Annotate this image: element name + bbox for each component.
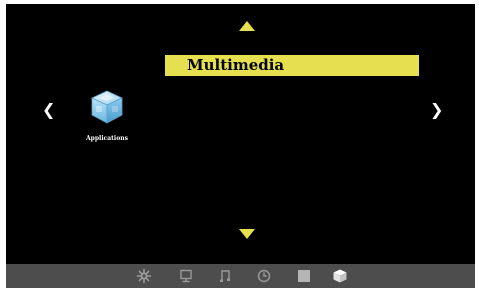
cube-icon[interactable] bbox=[332, 268, 348, 284]
gear-icon[interactable] bbox=[136, 268, 152, 284]
category-title-bar[interactable]: Multimedia bbox=[165, 55, 419, 76]
nav-left-arrow-icon[interactable]: ❮ bbox=[42, 100, 55, 120]
scroll-down-arrow-icon[interactable] bbox=[239, 229, 255, 239]
category-title: Multimedia bbox=[187, 56, 285, 74]
scroll-up-arrow-icon[interactable] bbox=[239, 21, 255, 31]
cube-icon bbox=[88, 88, 126, 126]
menu-stage: ❮ ❯ Multimedia Applications bbox=[6, 4, 475, 264]
nav-right-arrow-icon[interactable]: ❯ bbox=[430, 100, 443, 120]
tv-menu-screen: ❮ ❯ Multimedia Applications bbox=[0, 0, 479, 288]
music-note-icon[interactable] bbox=[217, 268, 233, 284]
taskbar bbox=[6, 264, 475, 288]
square-icon[interactable] bbox=[296, 268, 312, 284]
clock-icon[interactable] bbox=[256, 268, 272, 284]
monitor-icon[interactable] bbox=[178, 268, 194, 284]
app-tile-applications[interactable]: Applications bbox=[76, 86, 146, 146]
app-label: Applications bbox=[86, 135, 128, 142]
